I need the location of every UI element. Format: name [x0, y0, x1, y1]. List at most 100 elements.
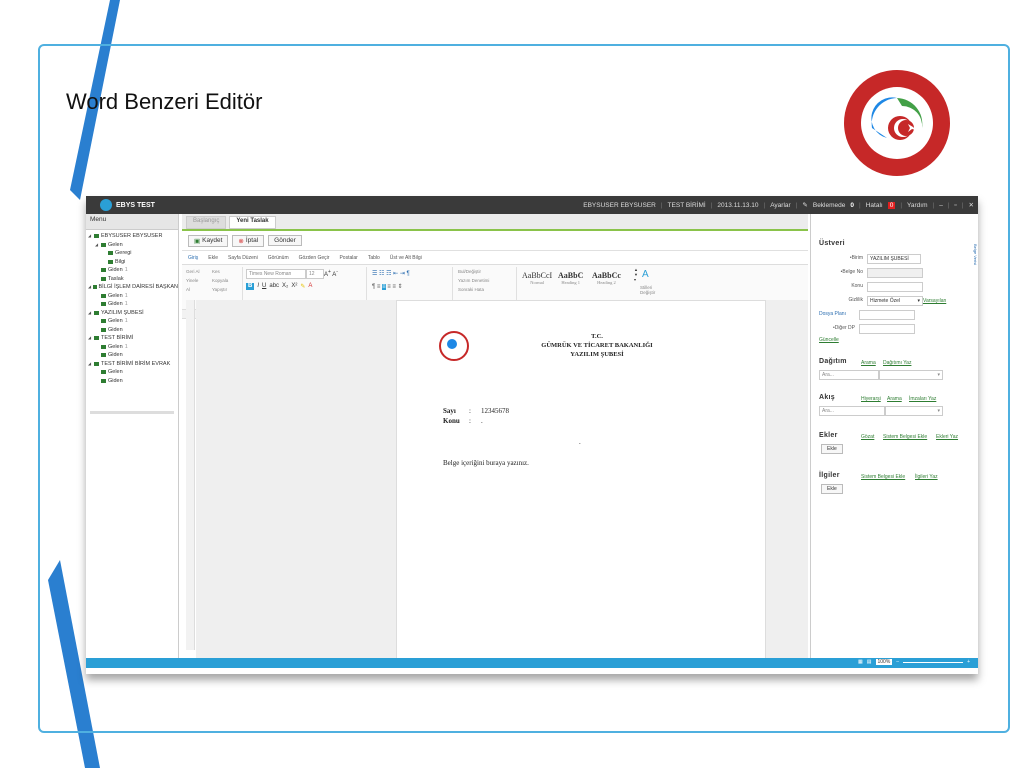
- ribbon-tab[interactable]: Postalar: [339, 255, 357, 264]
- zoom-in-icon[interactable]: +: [967, 659, 970, 665]
- tree-item[interactable]: Giden 1: [86, 266, 178, 275]
- expand-icon[interactable]: ◢: [88, 232, 92, 241]
- tree-item[interactable]: Gelen: [86, 368, 178, 377]
- send-button[interactable]: Gönder: [268, 235, 302, 246]
- tree-item[interactable]: Taslak: [86, 275, 178, 284]
- tree-item[interactable]: ◢ EBYSUSER EBYSUSER: [86, 232, 178, 241]
- hiyerarsi-link[interactable]: Hiyerarşi: [861, 396, 881, 402]
- document-body[interactable]: Belge içeriğini buraya yazınız.: [443, 459, 529, 467]
- spellcheck-button[interactable]: Yazım Denetimi: [458, 278, 489, 283]
- align-icons[interactable]: ¶ ≡ ≡ ≡ ≡ ⇕: [372, 283, 403, 290]
- font-color-icon[interactable]: A: [308, 283, 312, 290]
- zoom-out-icon[interactable]: –: [896, 659, 899, 665]
- ilgileri-yaz-link[interactable]: İlgileri Yaz: [915, 474, 938, 480]
- ribbon-tab[interactable]: Üst ve Alt Bilgi: [390, 255, 422, 264]
- dagitim-search[interactable]: Ara...: [819, 370, 879, 380]
- side-tab[interactable]: Belge Verisi: [973, 244, 978, 265]
- dagitim-select[interactable]: ▾: [879, 370, 943, 380]
- superscript-icon[interactable]: X²: [291, 283, 297, 290]
- tree-item[interactable]: Bilgi: [86, 258, 178, 267]
- expand-icon[interactable]: ◢: [88, 334, 92, 343]
- restore-icon[interactable]: ▫: [955, 202, 957, 209]
- birim-field[interactable]: YAZILIM ŞUBESİ: [867, 254, 921, 264]
- expand-icon[interactable]: ◢: [88, 309, 92, 318]
- imzalari-yaz-link[interactable]: İmzaları Yaz: [909, 396, 936, 402]
- view-icon[interactable]: ▦: [858, 659, 863, 665]
- ribbon-tab[interactable]: Sayfa Düzeni: [228, 255, 258, 264]
- tab-baslangic[interactable]: Başlangıç: [186, 216, 227, 229]
- help-link[interactable]: Yardım: [907, 202, 927, 209]
- ilgi-sistem-belgesi-link[interactable]: Sistem Belgesi Ekle: [861, 474, 905, 480]
- tree-item[interactable]: Gelen 1: [86, 317, 178, 326]
- ribbon-tab[interactable]: Ekle: [208, 255, 218, 264]
- tab-yeni-taslak[interactable]: Yeni Taslak: [229, 216, 276, 229]
- change-styles-icon[interactable]: A: [642, 269, 649, 280]
- pending-label[interactable]: Beklemede: [813, 202, 846, 209]
- dosya-plani-field[interactable]: [859, 310, 915, 320]
- tree-item[interactable]: Gelen 1: [86, 343, 178, 352]
- highlight-icon[interactable]: ✎: [300, 283, 305, 290]
- dagitim-arama-link[interactable]: Arama: [861, 360, 876, 366]
- font-size-select[interactable]: 12: [306, 269, 324, 279]
- akis-arama-link[interactable]: Arama: [887, 396, 902, 402]
- tree-item[interactable]: ◢ Gelen: [86, 241, 178, 250]
- gizlilik-select[interactable]: Hizmete Özel ▾: [867, 296, 923, 306]
- strike-icon[interactable]: abc: [269, 283, 279, 290]
- subscript-icon[interactable]: X₂: [282, 283, 288, 290]
- page-view-icon[interactable]: ▤: [867, 659, 872, 665]
- bold-icon[interactable]: B: [246, 283, 255, 290]
- tree-item[interactable]: Giden: [86, 351, 178, 360]
- ekle-button[interactable]: Ekle: [821, 444, 843, 454]
- ilgi-ekle-button[interactable]: Ekle: [821, 484, 843, 494]
- style-heading2[interactable]: AaBbCc Heading 2: [592, 271, 621, 285]
- expand-icon[interactable]: ◢: [95, 241, 99, 250]
- tree-item[interactable]: Geregi: [86, 249, 178, 258]
- underline-icon[interactable]: U: [262, 283, 266, 290]
- sistem-belgesi-ekle-link[interactable]: Sistem Belgesi Ekle: [883, 434, 927, 440]
- grow-font-icon[interactable]: A+ A-: [324, 269, 338, 278]
- cancel-button[interactable]: ⊗ İptal: [232, 234, 265, 247]
- tree-item[interactable]: Giden: [86, 377, 178, 386]
- style-heading1[interactable]: AaBbC Heading 1: [558, 271, 583, 285]
- ribbon-tab[interactable]: Giriş: [188, 255, 198, 264]
- akis-search[interactable]: Ara...: [819, 406, 885, 416]
- cut-button[interactable]: Kes: [212, 269, 220, 274]
- styles-scroll-icon[interactable]: ▲ ▼ ▾: [634, 267, 638, 282]
- tree-item[interactable]: ◢ TEST BİRİMİ: [86, 334, 178, 343]
- tree-item[interactable]: ◢ TEST BİRİMİ BİRİM EVRAK: [86, 360, 178, 369]
- tree-scrollbar[interactable]: [90, 411, 174, 414]
- zoom-slider[interactable]: [903, 661, 964, 663]
- undo-button[interactable]: Geri Al: [186, 269, 200, 274]
- ekleri-yaz-link[interactable]: Ekleri Yaz: [936, 434, 958, 440]
- tree-item[interactable]: ◢ BİLGİ İŞLEM DAİRESİ BAŞKAN: [86, 283, 178, 292]
- dosya-plani-label[interactable]: Dosya Planı: [819, 311, 846, 317]
- ribbon-tab[interactable]: Gözden Geçir: [299, 255, 330, 264]
- change-styles-label[interactable]: Stilleri Değiştir: [640, 285, 664, 295]
- al-button[interactable]: Al: [186, 287, 190, 292]
- expand-icon[interactable]: ◢: [88, 283, 91, 292]
- font-name-select[interactable]: Times New Roman: [246, 269, 306, 279]
- copy-button[interactable]: Kopyala: [212, 278, 228, 283]
- minimize-icon[interactable]: –: [939, 202, 943, 209]
- varsayilan-link[interactable]: Varsayılan: [923, 298, 946, 304]
- belge-no-field[interactable]: [867, 268, 923, 278]
- tree-item[interactable]: Giden 1: [86, 300, 178, 309]
- guncelle-link[interactable]: Güncelle: [819, 337, 839, 343]
- italic-icon[interactable]: I: [257, 283, 259, 290]
- zoom-select[interactable]: 100%: [875, 659, 893, 665]
- style-normal[interactable]: AaBbCcI Normal: [522, 271, 552, 285]
- konu-field[interactable]: [867, 282, 923, 292]
- ribbon-tab[interactable]: Tablo: [368, 255, 380, 264]
- list-icons[interactable]: ☰ ☷ ☶ ⇤ ⇥ ¶: [372, 270, 410, 277]
- next-error-button[interactable]: Sonraki Hata: [458, 287, 484, 292]
- find-replace-button[interactable]: Bul/Değiştir: [458, 269, 481, 274]
- akis-select[interactable]: ▾: [885, 406, 943, 416]
- ribbon-tab[interactable]: Görünüm: [268, 255, 289, 264]
- tree-item[interactable]: ◢ YAZILIM ŞUBESİ: [86, 309, 178, 318]
- diger-dp-field[interactable]: [859, 324, 915, 334]
- close-icon[interactable]: ✕: [969, 201, 974, 209]
- tree-item[interactable]: Gelen 1: [86, 292, 178, 301]
- error-label[interactable]: Hatalı: [866, 202, 883, 209]
- document-page[interactable]: T.C. GÜMRÜK VE TİCARET BAKANLIĞI YAZILIM…: [396, 300, 766, 660]
- paste-button[interactable]: Yapıştır: [212, 287, 227, 292]
